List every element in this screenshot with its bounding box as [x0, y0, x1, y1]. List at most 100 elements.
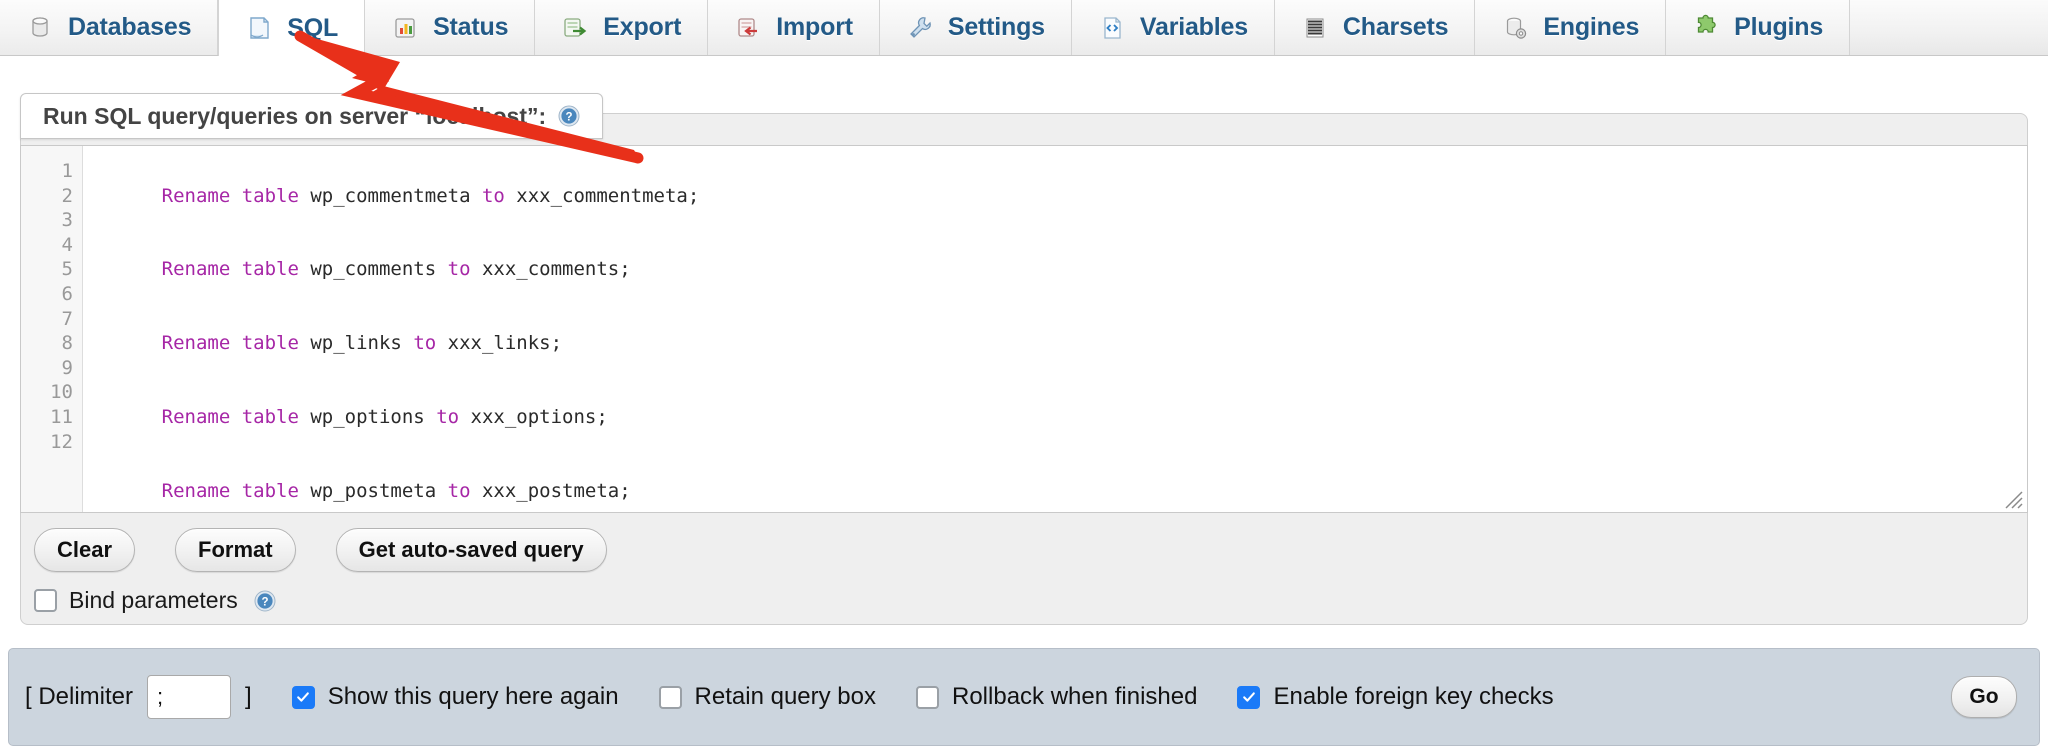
- delimiter-close-bracket: ]: [245, 683, 252, 711]
- nav-tab-databases[interactable]: Databases: [0, 0, 218, 55]
- nav-tab-variables[interactable]: Variables: [1072, 0, 1275, 55]
- status-chart-icon: [391, 14, 419, 42]
- sql-identifier: wp_postmeta: [299, 480, 448, 502]
- sql-keyword: to: [482, 185, 505, 207]
- help-question-icon[interactable]: ?: [254, 590, 276, 612]
- nav-tab-label: SQL: [287, 14, 338, 43]
- main-navigation-tabs: Databases SQL Status: [0, 0, 2048, 56]
- nav-tab-label: Plugins: [1734, 13, 1823, 42]
- nav-tabs-filler: [1850, 0, 2048, 55]
- nav-tab-label: Charsets: [1343, 13, 1448, 42]
- sql-document-icon: [245, 14, 273, 42]
- sql-keyword: to: [436, 406, 459, 428]
- show-query-again-checkbox[interactable]: [292, 686, 315, 709]
- show-query-again-option: Show this query here again: [292, 683, 619, 711]
- nav-tab-charsets[interactable]: Charsets: [1275, 0, 1475, 55]
- database-icon: [26, 14, 54, 42]
- sql-identifier: wp_commentmeta: [299, 185, 482, 207]
- nav-tab-settings[interactable]: Settings: [880, 0, 1072, 55]
- line-number: 6: [21, 282, 82, 307]
- nav-tab-plugins[interactable]: Plugins: [1666, 0, 1850, 55]
- clear-button[interactable]: Clear: [34, 528, 135, 572]
- nav-tab-sql[interactable]: SQL: [218, 0, 365, 56]
- import-icon: [734, 14, 762, 42]
- enable-foreign-key-checks-option: Enable foreign key checks: [1237, 683, 1553, 711]
- sql-identifier: wp_options: [299, 406, 436, 428]
- wrench-icon: [906, 14, 934, 42]
- sql-keyword: Rename table: [162, 480, 299, 502]
- enable-foreign-key-checks-label: Enable foreign key checks: [1273, 683, 1553, 711]
- sql-keyword: to: [448, 480, 471, 502]
- bind-parameters-checkbox[interactable]: [34, 589, 57, 612]
- resize-grip-icon[interactable]: [2004, 490, 2024, 510]
- nav-tab-label: Status: [433, 13, 508, 42]
- svg-text:?: ?: [566, 112, 573, 124]
- line-number-gutter: 1 2 3 4 5 6 7 8 9 10 11 12: [21, 146, 83, 512]
- sql-identifier: xxx_comments;: [471, 258, 631, 280]
- sql-line: Rename table wp_postmeta to xxx_postmeta…: [93, 454, 2027, 512]
- sql-code-text[interactable]: Rename table wp_commentmeta to xxx_comme…: [83, 146, 2027, 512]
- rollback-when-finished-checkbox[interactable]: [916, 686, 939, 709]
- line-number: 1: [21, 159, 82, 184]
- format-button[interactable]: Format: [175, 528, 296, 572]
- enable-foreign-key-checks-checkbox[interactable]: [1237, 686, 1260, 709]
- help-question-icon[interactable]: ?: [558, 105, 580, 127]
- svg-text:?: ?: [261, 596, 268, 608]
- nav-tab-label: Import: [776, 13, 853, 42]
- nav-tab-export[interactable]: Export: [535, 0, 708, 55]
- delimiter-open-bracket: [ Delimiter: [25, 683, 133, 711]
- nav-tab-status[interactable]: Status: [365, 0, 535, 55]
- query-action-buttons: Clear Format Get auto-saved query: [34, 528, 607, 572]
- line-number: 2: [21, 184, 82, 209]
- sql-identifier: wp_links: [299, 332, 413, 354]
- sql-keyword: to: [448, 258, 471, 280]
- line-number: 11: [21, 405, 82, 430]
- nav-tab-import[interactable]: Import: [708, 0, 880, 55]
- sql-line: Rename table wp_options to xxx_options;: [93, 380, 2027, 454]
- query-panel-title: Run SQL query/queries on server “localho…: [20, 93, 603, 139]
- query-options-bar: [ Delimiter ] Show this query here again…: [8, 648, 2040, 746]
- line-number: 8: [21, 331, 82, 356]
- nav-tab-engines[interactable]: Engines: [1475, 0, 1666, 55]
- sql-line: Rename table wp_commentmeta to xxx_comme…: [93, 159, 2027, 233]
- line-number: 5: [21, 257, 82, 282]
- nav-tab-label: Engines: [1543, 13, 1639, 42]
- bind-parameters-row: Bind parameters ?: [34, 587, 276, 614]
- line-number: 3: [21, 208, 82, 233]
- retain-query-box-option: Retain query box: [659, 683, 876, 711]
- sql-keyword: to: [413, 332, 436, 354]
- nav-tab-label: Variables: [1140, 13, 1248, 42]
- line-number: 10: [21, 380, 82, 405]
- sql-identifier: xxx_commentmeta;: [505, 185, 699, 207]
- rollback-when-finished-label: Rollback when finished: [952, 683, 1197, 711]
- sql-query-editor[interactable]: 1 2 3 4 5 6 7 8 9 10 11 12 Rename table …: [20, 145, 2028, 513]
- line-number: 7: [21, 307, 82, 332]
- charsets-lines-icon: [1301, 14, 1329, 42]
- retain-query-box-label: Retain query box: [695, 683, 876, 711]
- show-query-again-label: Show this query here again: [328, 683, 619, 711]
- sql-keyword: Rename table: [162, 406, 299, 428]
- retain-query-box-checkbox[interactable]: [659, 686, 682, 709]
- delimiter-input[interactable]: [147, 675, 231, 719]
- nav-tab-label: Settings: [948, 13, 1045, 42]
- sql-line: Rename table wp_links to xxx_links;: [93, 307, 2027, 381]
- sql-keyword: Rename table: [162, 258, 299, 280]
- go-button[interactable]: Go: [1951, 676, 2017, 718]
- line-number: 12: [21, 430, 82, 455]
- sql-identifier: xxx_postmeta;: [471, 480, 631, 502]
- code-document-icon: [1098, 14, 1126, 42]
- sql-keyword: Rename table: [162, 185, 299, 207]
- nav-tab-label: Export: [603, 13, 681, 42]
- sql-line: Rename table wp_comments to xxx_comments…: [93, 233, 2027, 307]
- export-icon: [561, 14, 589, 42]
- nav-tab-label: Databases: [68, 13, 191, 42]
- line-number: 9: [21, 356, 82, 381]
- engines-gear-icon: [1501, 14, 1529, 42]
- bind-parameters-label: Bind parameters: [69, 587, 238, 614]
- sql-identifier: wp_comments: [299, 258, 448, 280]
- line-number: 4: [21, 233, 82, 258]
- get-auto-saved-query-button[interactable]: Get auto-saved query: [336, 528, 607, 572]
- rollback-when-finished-option: Rollback when finished: [916, 683, 1197, 711]
- page-title: Run SQL query/queries on server “localho…: [43, 103, 546, 130]
- sql-keyword: Rename table: [162, 332, 299, 354]
